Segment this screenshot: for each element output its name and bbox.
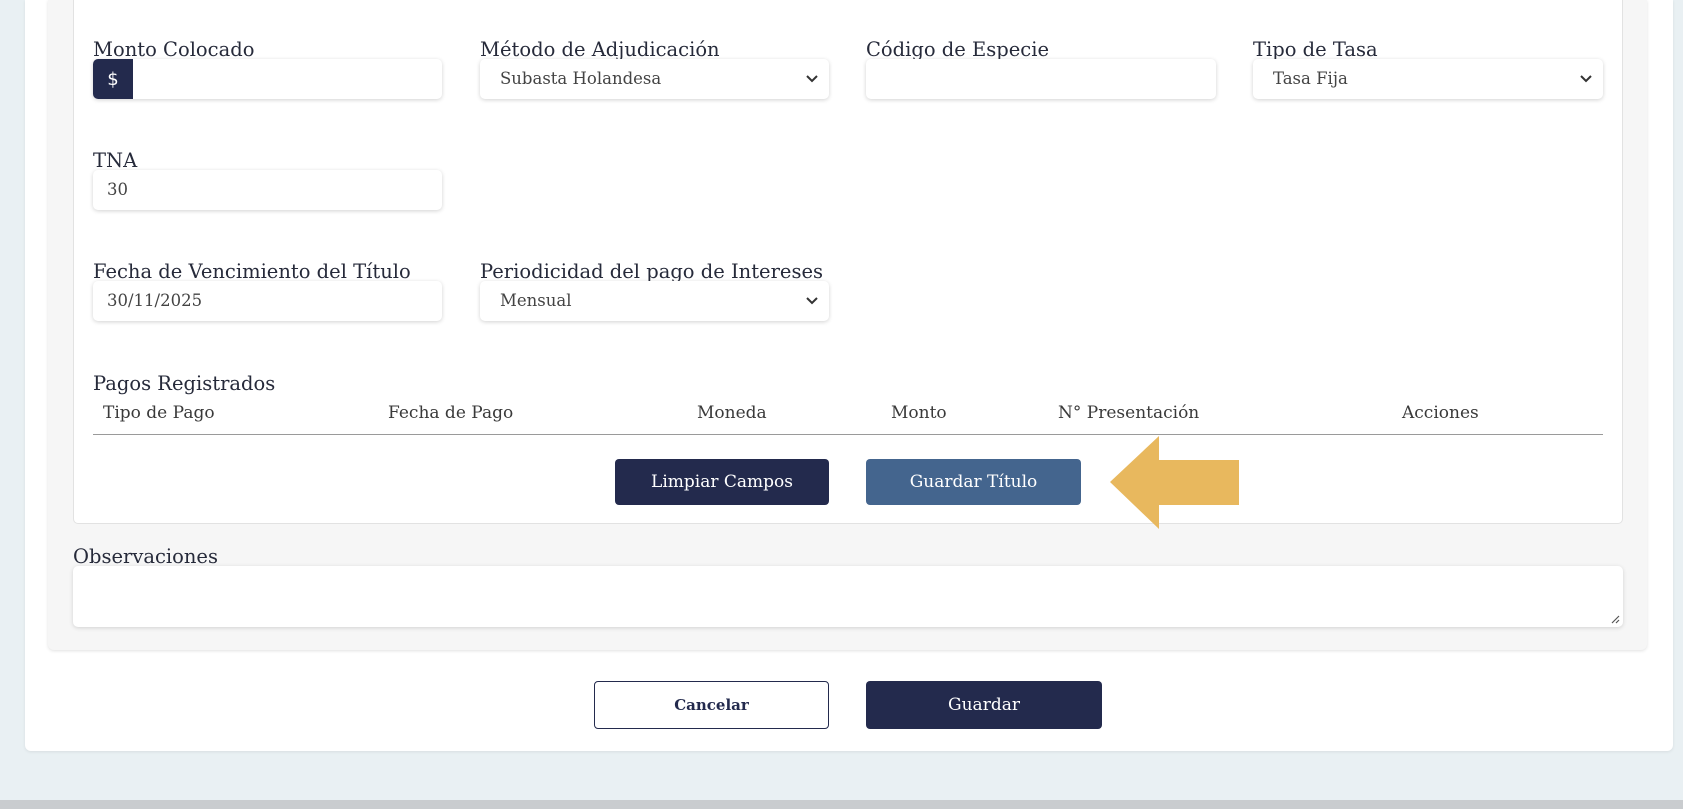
fecha-vencimiento-value: 30/11/2025 [107, 291, 203, 310]
chevron-down-icon [806, 75, 818, 83]
left-arrow-icon [1110, 436, 1239, 529]
codigo-especie-label: Código de Especie [866, 38, 1049, 61]
save-button[interactable]: Guardar [866, 681, 1102, 729]
monto-colocado-field[interactable]: $ [93, 59, 442, 99]
tipo-tasa-label: Tipo de Tasa [1253, 38, 1378, 61]
column-header-moneda: Moneda [697, 403, 767, 423]
metodo-adjudicacion-select[interactable]: Subasta Holandesa [480, 59, 829, 99]
column-header-acciones: Acciones [1402, 403, 1479, 423]
chevron-down-icon [806, 297, 818, 305]
fecha-vencimiento-label: Fecha de Vencimiento del Título [93, 260, 411, 283]
monto-colocado-label: Monto Colocado [93, 38, 255, 61]
tipo-tasa-select[interactable]: Tasa Fija [1253, 59, 1603, 99]
metodo-adjudicacion-value: Subasta Holandesa [500, 69, 662, 88]
resize-handle-icon[interactable] [1610, 614, 1620, 624]
tna-input[interactable]: 30 [93, 170, 442, 210]
metodo-adjudicacion-label: Método de Adjudicación [480, 38, 720, 61]
tna-label: TNA [93, 149, 138, 172]
currency-prefix: $ [93, 59, 133, 99]
column-header-presentacion: N° Presentación [1058, 403, 1200, 423]
pagos-registrados-title: Pagos Registrados [93, 372, 276, 395]
tna-value: 30 [107, 180, 128, 199]
periodicidad-value: Mensual [500, 291, 572, 310]
column-header-fecha-pago: Fecha de Pago [388, 403, 514, 423]
observaciones-textarea[interactable] [73, 566, 1623, 627]
periodicidad-label: Periodicidad del pago de Intereses [480, 260, 824, 283]
codigo-especie-input[interactable] [866, 59, 1216, 99]
table-divider [93, 434, 1603, 435]
horizontal-scrollbar[interactable] [0, 800, 1683, 809]
observaciones-label: Observaciones [73, 545, 218, 568]
column-header-tipo-pago: Tipo de Pago [103, 403, 215, 423]
periodicidad-select[interactable]: Mensual [480, 281, 829, 321]
tipo-tasa-value: Tasa Fija [1273, 69, 1348, 88]
guardar-titulo-button[interactable]: Guardar Título [866, 459, 1081, 505]
cancel-button[interactable]: Cancelar [594, 681, 829, 729]
limpiar-campos-button[interactable]: Limpiar Campos [615, 459, 829, 505]
column-header-monto: Monto [891, 403, 947, 423]
chevron-down-icon [1580, 75, 1592, 83]
fecha-vencimiento-input[interactable]: 30/11/2025 [93, 281, 442, 321]
